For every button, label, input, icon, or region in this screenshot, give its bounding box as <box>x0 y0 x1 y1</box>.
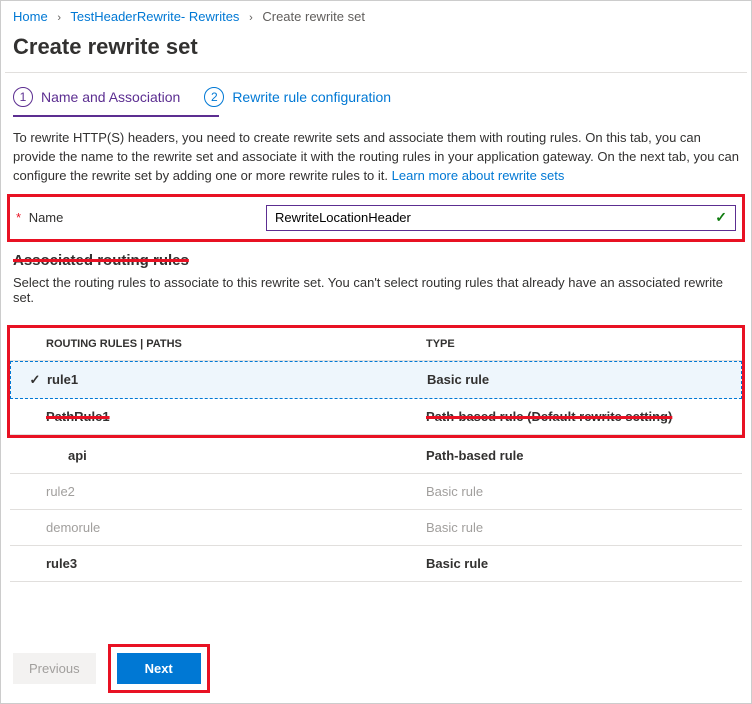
breadcrumb: Home › TestHeaderRewrite- Rewrites › Cre… <box>1 1 751 32</box>
tabs: 1 Name and Association 2 Rewrite rule co… <box>1 73 751 117</box>
footer: Previous Next <box>1 644 751 693</box>
step-2-icon: 2 <box>204 87 224 107</box>
learn-more-link[interactable]: Learn more about rewrite sets <box>392 168 565 183</box>
row-type: Basic rule <box>426 484 730 499</box>
row-name: api <box>46 448 426 463</box>
row-name: rule2 <box>46 484 426 499</box>
description-body: To rewrite HTTP(S) headers, you need to … <box>13 130 739 183</box>
table-row-rule2[interactable]: rule2 Basic rule <box>10 474 742 510</box>
next-button[interactable]: Next <box>117 653 201 684</box>
tab-label-config: Rewrite rule configuration <box>232 89 391 105</box>
row-type: Path-based rule (Default rewrite setting… <box>426 409 730 424</box>
tab-name-association[interactable]: 1 Name and Association <box>13 87 180 107</box>
rules-list-rest: api Path-based rule rule2 Basic rule dem… <box>10 438 742 582</box>
description-text: To rewrite HTTP(S) headers, you need to … <box>1 117 751 186</box>
required-star-icon: * <box>16 210 21 225</box>
row-name: rule3 <box>46 556 426 571</box>
col-type-header: TYPE <box>426 338 730 350</box>
next-highlight-box: Next <box>108 644 210 693</box>
rules-highlight-box: ROUTING RULES | PATHS TYPE ✓ rule1 Basic… <box>7 325 745 438</box>
name-input-wrap[interactable]: ✓ <box>266 205 736 231</box>
chevron-right-icon: › <box>57 12 61 24</box>
page-title: Create rewrite set <box>1 32 751 72</box>
check-icon: ✓ <box>23 372 47 388</box>
col-rules-header: ROUTING RULES | PATHS <box>46 338 426 350</box>
row-type: Basic rule <box>426 556 730 571</box>
table-row-demorule[interactable]: demorule Basic rule <box>10 510 742 546</box>
breadcrumb-rewrites[interactable]: TestHeaderRewrite- Rewrites <box>70 9 239 24</box>
row-type: Path-based rule <box>426 448 730 463</box>
valid-check-icon: ✓ <box>715 209 727 226</box>
row-name: PathRule1 <box>46 409 426 424</box>
name-label-text: Name <box>29 210 64 225</box>
associated-rules-title: Associated routing rules <box>1 246 751 275</box>
breadcrumb-current: Create rewrite set <box>262 9 365 24</box>
chevron-right-icon: › <box>249 12 253 24</box>
tab-rewrite-config[interactable]: 2 Rewrite rule configuration <box>204 87 391 107</box>
row-type: Basic rule <box>426 520 730 535</box>
name-field-label: * Name <box>16 210 246 225</box>
table-row-pathrule1[interactable]: PathRule1 Path-based rule (Default rewri… <box>10 399 742 435</box>
table-row-api[interactable]: api Path-based rule <box>10 438 742 474</box>
name-highlight-box: * Name ✓ <box>7 194 745 242</box>
table-header: ROUTING RULES | PATHS TYPE <box>10 328 742 361</box>
name-input[interactable] <box>275 210 715 225</box>
table-row-rule3[interactable]: rule3 Basic rule <box>10 546 742 582</box>
row-name: demorule <box>46 520 426 535</box>
step-1-icon: 1 <box>13 87 33 107</box>
previous-button: Previous <box>13 653 96 684</box>
row-type: Basic rule <box>427 372 729 387</box>
row-name: rule1 <box>47 372 427 387</box>
table-row-rule1[interactable]: ✓ rule1 Basic rule <box>10 361 742 399</box>
associated-rules-desc: Select the routing rules to associate to… <box>1 275 751 317</box>
breadcrumb-home[interactable]: Home <box>13 9 48 24</box>
tab-label-name: Name and Association <box>41 89 180 105</box>
